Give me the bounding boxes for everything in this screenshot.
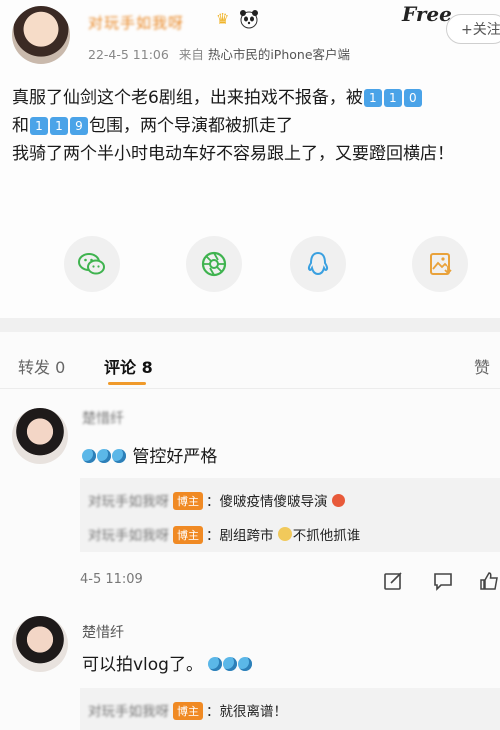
save-image-icon[interactable]	[412, 236, 468, 292]
panda-icon	[238, 8, 260, 30]
comment-tabs: 转发 0 评论 8 赞	[0, 340, 500, 389]
comment-text: 可以拍vlog了。	[82, 650, 253, 675]
share-bar	[0, 236, 500, 292]
reply-user[interactable]: 对玩手如我呀	[88, 494, 169, 510]
post-meta: 22-4-5 11:06 来自 热心市民的iPhone客户端	[88, 44, 350, 63]
author-badge: 博主	[173, 702, 203, 720]
emoji-icon	[238, 657, 253, 671]
keycap-digit: 9	[70, 117, 88, 135]
commenter-name[interactable]: 楚惜纤	[82, 408, 124, 428]
author-avatar[interactable]	[12, 6, 70, 64]
tab-comment[interactable]: 评论 8	[104, 354, 153, 378]
tab-indicator	[108, 382, 146, 385]
emoji-icon	[82, 449, 96, 463]
reply-item: 对玩手如我呀 博主 ：就很离谱！	[88, 702, 287, 720]
reply-item: 对玩手如我呀 博主 ：傻啵疫情傻啵导演	[88, 490, 345, 510]
emoji-icon	[97, 449, 111, 463]
reply-icon[interactable]	[382, 570, 404, 592]
keycap-digit: 1	[363, 89, 382, 107]
comment-time: 4-5 11:09	[80, 572, 143, 587]
emoji-icon	[208, 657, 223, 671]
emoji-icon	[223, 657, 238, 671]
post-text: 真服了仙剑这个老6剧组，出来拍戏不报备，被 1 1 0 和 1 1 9 包围，两个导演都被抓走…	[12, 88, 454, 164]
commenter-avatar[interactable]	[12, 616, 68, 672]
tab-like[interactable]: 赞	[474, 354, 490, 378]
reply-item: 对玩手如我呀 博主 ：剧组跨市 不抓他抓谁	[88, 526, 361, 544]
commenter-name[interactable]: 楚惜纤	[82, 622, 124, 642]
like-icon[interactable]	[478, 570, 500, 592]
emoji-icon	[112, 449, 126, 463]
commenter-avatar[interactable]	[12, 408, 68, 464]
moments-icon[interactable]	[186, 236, 242, 292]
wechat-icon[interactable]	[64, 236, 120, 292]
watermark: Free	[402, 2, 452, 26]
reply-user[interactable]: 对玩手如我呀	[88, 704, 169, 720]
author-name[interactable]: 对玩手如我呀	[88, 12, 184, 33]
author-badge: 博主	[173, 526, 203, 544]
reply-user[interactable]: 对玩手如我呀	[88, 528, 169, 544]
follow-button[interactable]: +关注	[446, 14, 500, 44]
keycap-digit: 0	[403, 89, 422, 107]
keycap-digit: 1	[30, 117, 48, 135]
section-divider	[0, 318, 500, 332]
angry-emoji-icon	[331, 494, 345, 507]
comment-text: 管控好严格	[82, 442, 217, 467]
reply-box[interactable]: 对玩手如我呀 博主 ：傻啵疫情傻啵导演 对玩手如我呀 博主 ：剧组跨市 不抓他抓谁	[80, 478, 500, 552]
post-card: 对玩手如我呀 ♛ Free +关注 22-4-5 11:06 来自 热心市民的i…	[0, 0, 500, 318]
post-source: 来自 热心市民的iPhone客户端	[178, 47, 351, 62]
tab-repost[interactable]: 转发 0	[18, 354, 65, 378]
reply-box[interactable]: 对玩手如我呀 博主 ：就很离谱！	[80, 688, 500, 730]
keycap-digit: 1	[50, 117, 68, 135]
qq-icon[interactable]	[290, 236, 346, 292]
author-badge: 博主	[173, 492, 203, 510]
laughing-emoji-icon	[277, 527, 292, 541]
crown-icon: ♛	[216, 10, 230, 28]
comment-icon[interactable]	[432, 570, 454, 592]
keycap-digit: 1	[383, 89, 402, 107]
post-time: 22-4-5 11:06	[88, 47, 169, 62]
